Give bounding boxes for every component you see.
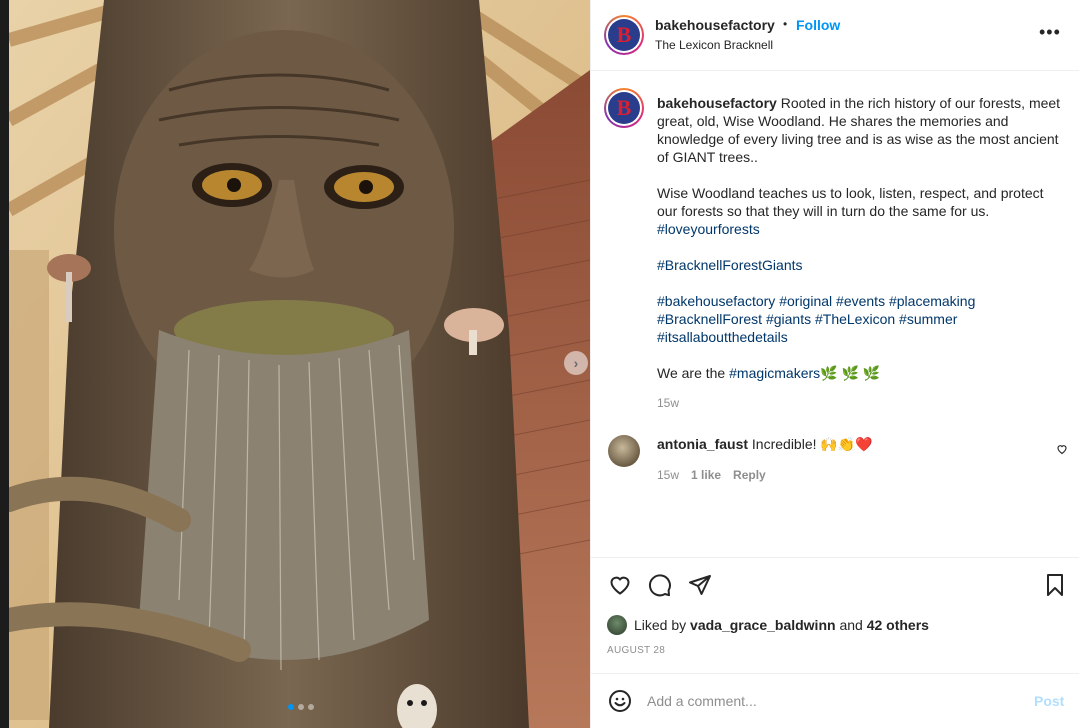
carousel-next-button[interactable]: › [564, 351, 588, 375]
more-options-icon[interactable]: ••• [1039, 22, 1061, 43]
carousel-indicator [288, 704, 314, 710]
liked-by-user[interactable]: vada_grace_baldwinn [690, 617, 836, 633]
hashtag-link[interactable]: #events [836, 293, 885, 309]
comment-heart-icon[interactable] [1056, 443, 1068, 455]
comment-text: Incredible! 🙌👏❤️ [751, 436, 873, 452]
author-username[interactable]: bakehousefactory [655, 17, 775, 33]
post-details-panel: B bakehousefactory • Follow The Lexicon … [590, 0, 1079, 728]
leaf-emoji: 🌿 🌿 🌿 [820, 365, 881, 381]
comment-meta: 15w 1 like Reply [657, 468, 766, 482]
hashtag-link[interactable]: #TheLexicon [815, 311, 895, 327]
bakehouse-logo: B [608, 19, 640, 51]
hashtag-link[interactable]: #loveyourforests [657, 221, 760, 237]
post-caption: bakehousefactory Rooted in the rich hist… [657, 94, 1067, 400]
commenter-username[interactable]: antonia_faust [657, 436, 748, 452]
liked-by: Liked by vada_grace_baldwinn and 42 othe… [607, 615, 929, 635]
comment-likes[interactable]: 1 like [691, 468, 721, 482]
reply-button[interactable]: Reply [733, 468, 766, 482]
hashtag-link[interactable]: #magicmakers [729, 365, 820, 381]
share-send-icon[interactable] [688, 573, 712, 597]
hashtag-link[interactable]: #original [779, 293, 832, 309]
emoji-icon[interactable] [608, 689, 632, 713]
carousel-dot [298, 704, 304, 710]
hashtag-link[interactable]: #BracknellForestGiants [657, 257, 803, 273]
comment-timestamp[interactable]: 15w [657, 468, 679, 482]
add-comment-bar: Post [591, 673, 1079, 728]
post-actions: Liked by vada_grace_baldwinn and 42 othe… [591, 557, 1079, 673]
comment-input[interactable] [647, 690, 1017, 712]
caption-text-3: We are the [657, 365, 726, 381]
carousel-dot [308, 704, 314, 710]
caption-username[interactable]: bakehousefactory [657, 95, 777, 111]
carousel-dot-active [288, 704, 294, 710]
bakehouse-logo: B [608, 92, 640, 124]
hashtag-link[interactable]: #itsallaboutthedetails [657, 329, 788, 345]
post-header: B bakehousefactory • Follow The Lexicon … [591, 0, 1079, 71]
post-image[interactable]: › [9, 0, 590, 728]
liked-by-prefix: Liked by [634, 617, 687, 633]
hashtag-link[interactable]: #BracknellForest [657, 311, 762, 327]
caption-timestamp[interactable]: 15w [657, 396, 679, 410]
hashtag-link[interactable]: #giants [766, 311, 811, 327]
window-edge [0, 0, 9, 728]
tree-sculpture-photo [9, 0, 590, 728]
hashtag-link[interactable]: #summer [899, 311, 957, 327]
hashtag-link[interactable]: #bakehousefactory [657, 293, 775, 309]
post-date[interactable]: AUGUST 28 [607, 645, 665, 656]
post-comment-button[interactable]: Post [1034, 693, 1064, 709]
caption-author-avatar[interactable]: B [604, 88, 644, 128]
caption-text-2: Wise Woodland teaches us to look, listen… [657, 185, 1044, 219]
liked-by-others[interactable]: 42 others [867, 617, 929, 633]
comment: antonia_faust Incredible! 🙌👏❤️ [657, 436, 873, 453]
header-separator: • [783, 17, 788, 31]
chevron-right-icon: › [573, 355, 579, 371]
liked-by-and: and [839, 617, 863, 633]
author-avatar[interactable]: B [604, 15, 644, 55]
liker-avatar[interactable] [607, 615, 627, 635]
bookmark-icon[interactable] [1043, 573, 1067, 597]
follow-button[interactable]: Follow [796, 17, 840, 33]
commenter-avatar[interactable] [608, 435, 640, 467]
post-location[interactable]: The Lexicon Bracknell [655, 38, 773, 52]
hashtag-link[interactable]: #placemaking [889, 293, 975, 309]
like-heart-icon[interactable] [608, 573, 632, 597]
comment-bubble-icon[interactable] [648, 573, 672, 597]
